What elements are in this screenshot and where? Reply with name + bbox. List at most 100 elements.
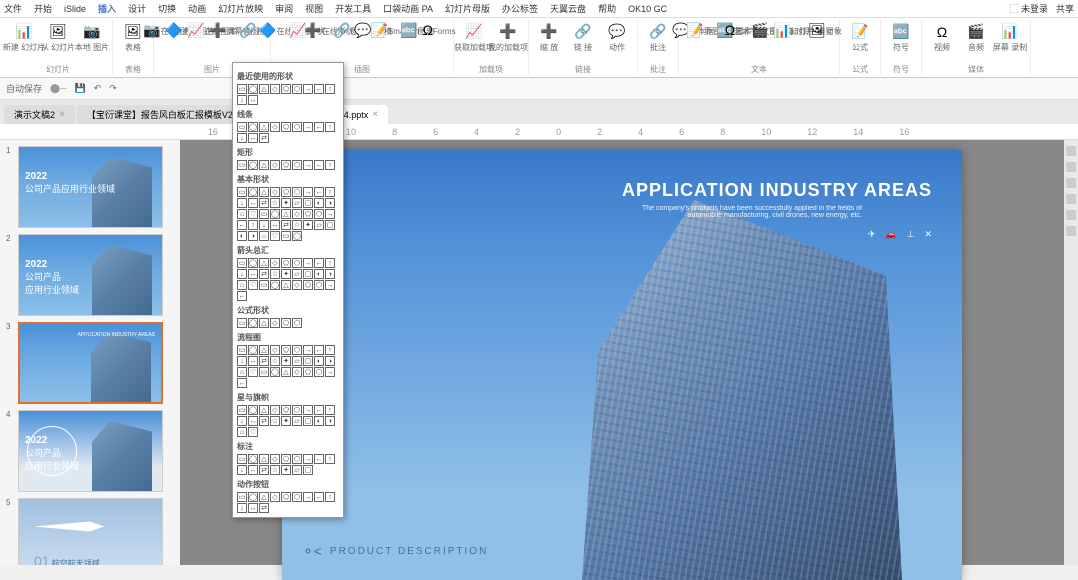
shape-option[interactable]: ◇	[292, 209, 302, 219]
ribbon-我的加载项[interactable]: ➕我的加载项	[492, 20, 524, 56]
shape-option[interactable]: ▱	[292, 269, 302, 279]
shape-option[interactable]: →	[303, 345, 313, 355]
shape-option[interactable]: ⌂	[237, 367, 247, 377]
shape-option[interactable]: ⬡	[292, 318, 302, 328]
ribbon-动作[interactable]: 💬动作	[601, 20, 633, 56]
shape-option[interactable]: ←	[314, 187, 324, 197]
shape-option[interactable]: ⬡	[292, 492, 302, 502]
shape-option[interactable]: ⬠	[281, 160, 291, 170]
shape-option[interactable]: ◑	[325, 269, 335, 279]
shape-option[interactable]: ⬠	[303, 209, 313, 219]
shape-option[interactable]: →	[303, 122, 313, 132]
shape-option[interactable]: ⬠	[281, 405, 291, 415]
shape-option[interactable]: ◐	[314, 416, 324, 426]
menu-insert[interactable]: 插入	[98, 2, 116, 15]
shape-option[interactable]: ◯	[248, 405, 258, 415]
shape-option[interactable]: ⇄	[259, 503, 269, 513]
menu-review[interactable]: 审阅	[275, 2, 293, 15]
shape-option[interactable]: ↓	[237, 269, 247, 279]
shape-option[interactable]: ←	[314, 160, 324, 170]
shape-option[interactable]: ◐	[314, 198, 324, 208]
shape-option[interactable]: ◇	[292, 280, 302, 290]
slide-thumb-2[interactable]: 22022公司产品应用行业领域	[6, 234, 174, 316]
shape-option[interactable]: ▭	[259, 367, 269, 377]
shape-option[interactable]: ⬡	[292, 187, 302, 197]
shape-option[interactable]: △	[259, 345, 269, 355]
shape-option[interactable]: ▱	[292, 416, 302, 426]
shape-option[interactable]: ◇	[270, 258, 280, 268]
shape-option[interactable]: ⬡	[292, 345, 302, 355]
shape-option[interactable]: △	[259, 84, 269, 94]
shape-option[interactable]: ◯	[248, 187, 258, 197]
shape-option[interactable]: △	[259, 318, 269, 328]
ribbon-获取加载项[interactable]: 📈获取加载项	[458, 20, 490, 56]
shape-option[interactable]: ◇	[292, 367, 302, 377]
shape-option[interactable]: ▢	[303, 269, 313, 279]
ribbon-从 幻灯片[interactable]: 🖼从 幻灯片	[42, 20, 74, 56]
shape-option[interactable]: ⇄	[259, 133, 269, 143]
shape-option[interactable]: ◯	[292, 231, 302, 241]
shape-option[interactable]: ▢	[303, 416, 313, 426]
shape-option[interactable]: ⌂	[259, 231, 269, 241]
shape-option[interactable]: ↓	[237, 133, 247, 143]
shape-option[interactable]: ↔	[248, 198, 258, 208]
menu-anim[interactable]: 动画	[188, 2, 206, 15]
shape-option[interactable]: △	[281, 209, 291, 219]
shape-option[interactable]: ◐	[237, 231, 247, 241]
shape-option[interactable]: ◇	[270, 345, 280, 355]
shape-option[interactable]: ←	[314, 122, 324, 132]
shape-option[interactable]: ▱	[292, 198, 302, 208]
shape-option[interactable]: ◑	[325, 416, 335, 426]
shape-option[interactable]: ←	[314, 405, 324, 415]
shape-option[interactable]: ⬡	[292, 258, 302, 268]
shape-option[interactable]: ⬠	[281, 454, 291, 464]
shape-option[interactable]: ▭	[237, 492, 247, 502]
shape-option[interactable]: ✦	[303, 220, 313, 230]
shape-option[interactable]: ⌂	[237, 209, 247, 219]
slide-thumb-3[interactable]: 3APPLICATION INDUSTRY AREAS	[6, 322, 174, 404]
shape-option[interactable]: ⬡	[314, 209, 324, 219]
ribbon-视频[interactable]: Ω视频	[926, 20, 958, 56]
shape-option[interactable]: ⬡	[292, 160, 302, 170]
shape-option[interactable]: ⬠	[303, 280, 313, 290]
shape-option[interactable]: △	[259, 405, 269, 415]
shape-option[interactable]: ⇄	[259, 416, 269, 426]
ribbon-屏幕 录制[interactable]: 📊屏幕 录制	[994, 20, 1026, 56]
shape-option[interactable]: ↔	[248, 416, 258, 426]
shape-option[interactable]: →	[325, 209, 335, 219]
shape-option[interactable]: ☆	[270, 465, 280, 475]
shape-option[interactable]: →	[303, 492, 313, 502]
menu-cloud[interactable]: 天翼云盘	[550, 2, 586, 15]
shape-option[interactable]: ▭	[237, 318, 247, 328]
shape-option[interactable]: ◇	[270, 454, 280, 464]
slide-thumb-1[interactable]: 12022公司产品应用行业领域	[6, 146, 174, 228]
shape-option[interactable]: △	[259, 187, 269, 197]
shape-option[interactable]: ◇	[270, 122, 280, 132]
menu-pa[interactable]: 口袋动画 PA	[383, 2, 433, 15]
ribbon-公式[interactable]: 📝公式	[844, 20, 876, 56]
shape-option[interactable]: ▢	[303, 465, 313, 475]
shape-option[interactable]: ▭	[237, 258, 247, 268]
shape-option[interactable]: ◯	[270, 209, 280, 219]
ribbon-Forms[interactable]: ΩForms	[429, 20, 449, 40]
menu-home[interactable]: 开始	[34, 2, 52, 15]
ribbon-本地 图片[interactable]: 📷本地 图片	[76, 20, 108, 56]
shape-option[interactable]: ◑	[248, 231, 258, 241]
shape-option[interactable]: →	[303, 160, 313, 170]
qat-redo-icon[interactable]: ↷	[109, 83, 117, 94]
menu-design[interactable]: 设计	[128, 2, 146, 15]
shape-option[interactable]: ⬠	[281, 187, 291, 197]
sidebar-tool[interactable]	[1066, 226, 1076, 236]
shape-option[interactable]: △	[259, 454, 269, 464]
shape-option[interactable]: ◇	[270, 492, 280, 502]
shape-option[interactable]: ↑	[325, 187, 335, 197]
shape-option[interactable]: ↔	[248, 356, 258, 366]
shape-option[interactable]: ✦	[281, 416, 291, 426]
shape-option[interactable]: ⇄	[259, 356, 269, 366]
qat-undo-icon[interactable]: ↶	[94, 83, 102, 94]
shape-option[interactable]: ▭	[237, 187, 247, 197]
shape-option[interactable]: ↑	[325, 345, 335, 355]
menu-slideshow[interactable]: 幻灯片放映	[218, 2, 263, 15]
shape-option[interactable]: ◇	[270, 187, 280, 197]
shape-option[interactable]: ↔	[248, 133, 258, 143]
